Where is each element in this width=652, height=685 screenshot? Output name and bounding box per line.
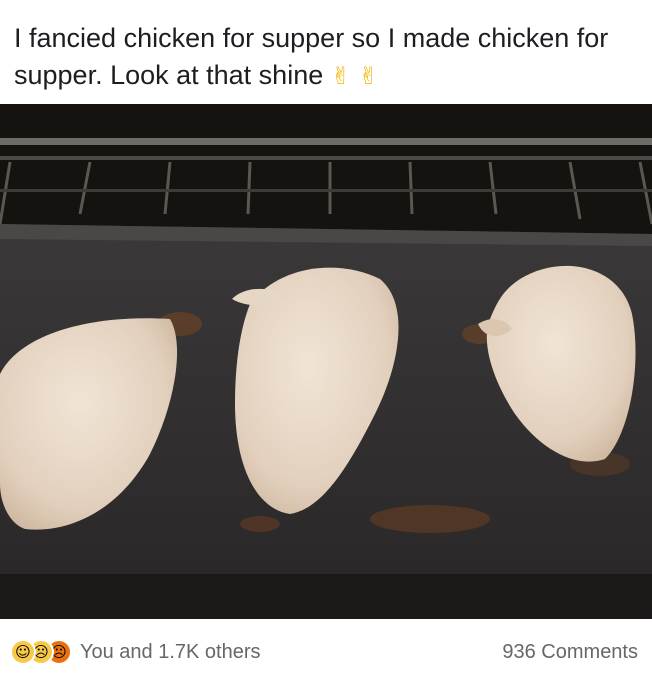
comments-count[interactable]: 936 Comments: [502, 641, 638, 664]
oven-rack: [0, 138, 652, 145]
post-caption: I fancied chicken for supper so I made c…: [14, 20, 634, 95]
reaction-count[interactable]: You and 1.7K others: [80, 641, 261, 664]
oven-chicken-image: [0, 104, 652, 619]
reactions-summary[interactable]: ☺ ☹ ☹ You and 1.7K others: [10, 639, 261, 665]
post: I fancied chicken for supper so I made c…: [0, 0, 652, 685]
caption-text: I fancied chicken for supper so I made c…: [14, 23, 609, 90]
haha-reaction-icon: ☺: [10, 639, 36, 665]
ok-hand-icon: ✌: [358, 62, 379, 90]
post-footer: ☺ ☹ ☹ You and 1.7K others 936 Comments: [0, 619, 652, 685]
ok-hand-icon: ✌: [330, 62, 351, 90]
post-photo[interactable]: [0, 104, 652, 619]
